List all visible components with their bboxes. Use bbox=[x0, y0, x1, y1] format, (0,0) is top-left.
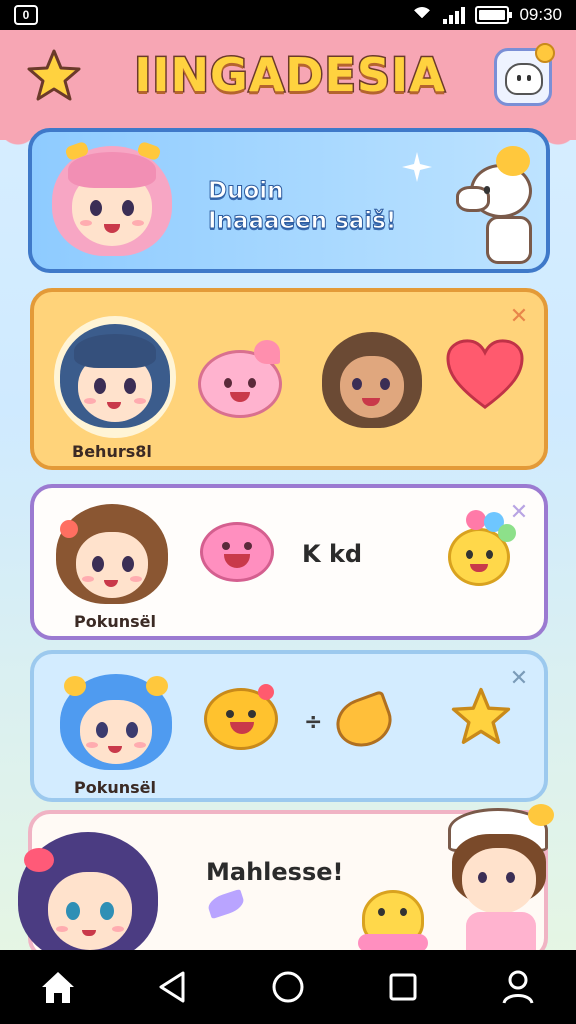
wifi-icon bbox=[411, 7, 434, 29]
friend-card-4[interactable]: Mahlesse! bbox=[18, 804, 554, 962]
notification-dot bbox=[535, 43, 555, 63]
pink-blob-icon bbox=[198, 340, 286, 426]
profile-button[interactable] bbox=[494, 43, 555, 106]
nav-back[interactable] bbox=[143, 957, 203, 1017]
friend-card-3[interactable]: ✕ Pokunsël ÷ bbox=[30, 650, 548, 802]
home-circle-icon bbox=[272, 971, 304, 1003]
close-icon[interactable]: ✕ bbox=[508, 306, 530, 328]
welcome-text: Duoin Inaaaeen saiš! bbox=[207, 176, 397, 236]
brown-hair-avatar bbox=[322, 328, 422, 432]
row-2-text: K kd bbox=[302, 540, 363, 568]
sparkle-icon bbox=[402, 152, 432, 182]
account-icon bbox=[502, 970, 534, 1004]
welcome-banner[interactable]: Duoin Inaaaeen saiš! bbox=[28, 128, 550, 273]
app-header: IINGADESIA bbox=[0, 30, 576, 154]
flower-face-icon bbox=[446, 510, 520, 588]
croissant-icon bbox=[329, 689, 399, 755]
status-bar: 0 09:30 bbox=[0, 0, 576, 30]
row-4-text: Mahlesse! bbox=[206, 858, 344, 886]
heart-icon bbox=[446, 339, 524, 409]
feather-icon bbox=[205, 888, 247, 920]
friend-name-1: Behurs8l bbox=[72, 442, 152, 461]
star-icon bbox=[27, 49, 81, 101]
friend-name-2: Pokunsël bbox=[74, 612, 156, 631]
unicorn-icon bbox=[446, 140, 542, 268]
friend-card-1[interactable]: ✕ Behurs8l bbox=[30, 288, 548, 470]
back-icon bbox=[159, 971, 185, 1003]
divide-icon: ÷ bbox=[304, 710, 323, 735]
friend-name-3: Pokunsël bbox=[74, 778, 156, 797]
notification-icon: 0 bbox=[14, 5, 38, 25]
clock: 09:30 bbox=[519, 5, 562, 24]
star-button[interactable] bbox=[24, 46, 84, 106]
pink-girl-avatar bbox=[52, 140, 172, 262]
pink-cat-icon bbox=[200, 516, 276, 586]
signal-icon bbox=[443, 6, 466, 24]
boy-avatar bbox=[444, 804, 554, 960]
purple-hair-avatar bbox=[18, 832, 168, 962]
home-icon bbox=[41, 972, 74, 1003]
blue-hair-avatar bbox=[54, 316, 176, 438]
nav-home[interactable] bbox=[28, 957, 88, 1017]
brown-curly-avatar bbox=[56, 500, 168, 608]
friend-card-2[interactable]: ✕ Pokunsël K kd bbox=[30, 484, 548, 640]
nav-account[interactable] bbox=[488, 957, 548, 1017]
light-blue-avatar bbox=[60, 670, 172, 774]
app-title: IINGADESIA bbox=[133, 47, 447, 104]
welcome-line-1: Duoin bbox=[207, 178, 284, 205]
nav-recent[interactable] bbox=[373, 957, 433, 1017]
battery-icon bbox=[475, 6, 513, 24]
orange-fruit-icon bbox=[202, 684, 282, 754]
profile-icon bbox=[505, 63, 543, 95]
yellow-monster-icon bbox=[358, 884, 428, 954]
navigation-bar bbox=[0, 950, 576, 1024]
recent-apps-icon bbox=[389, 973, 417, 1001]
nav-home-circle[interactable] bbox=[258, 957, 318, 1017]
welcome-line-2: Inaaaeen saiš! bbox=[207, 208, 397, 235]
star-icon bbox=[451, 687, 511, 744]
